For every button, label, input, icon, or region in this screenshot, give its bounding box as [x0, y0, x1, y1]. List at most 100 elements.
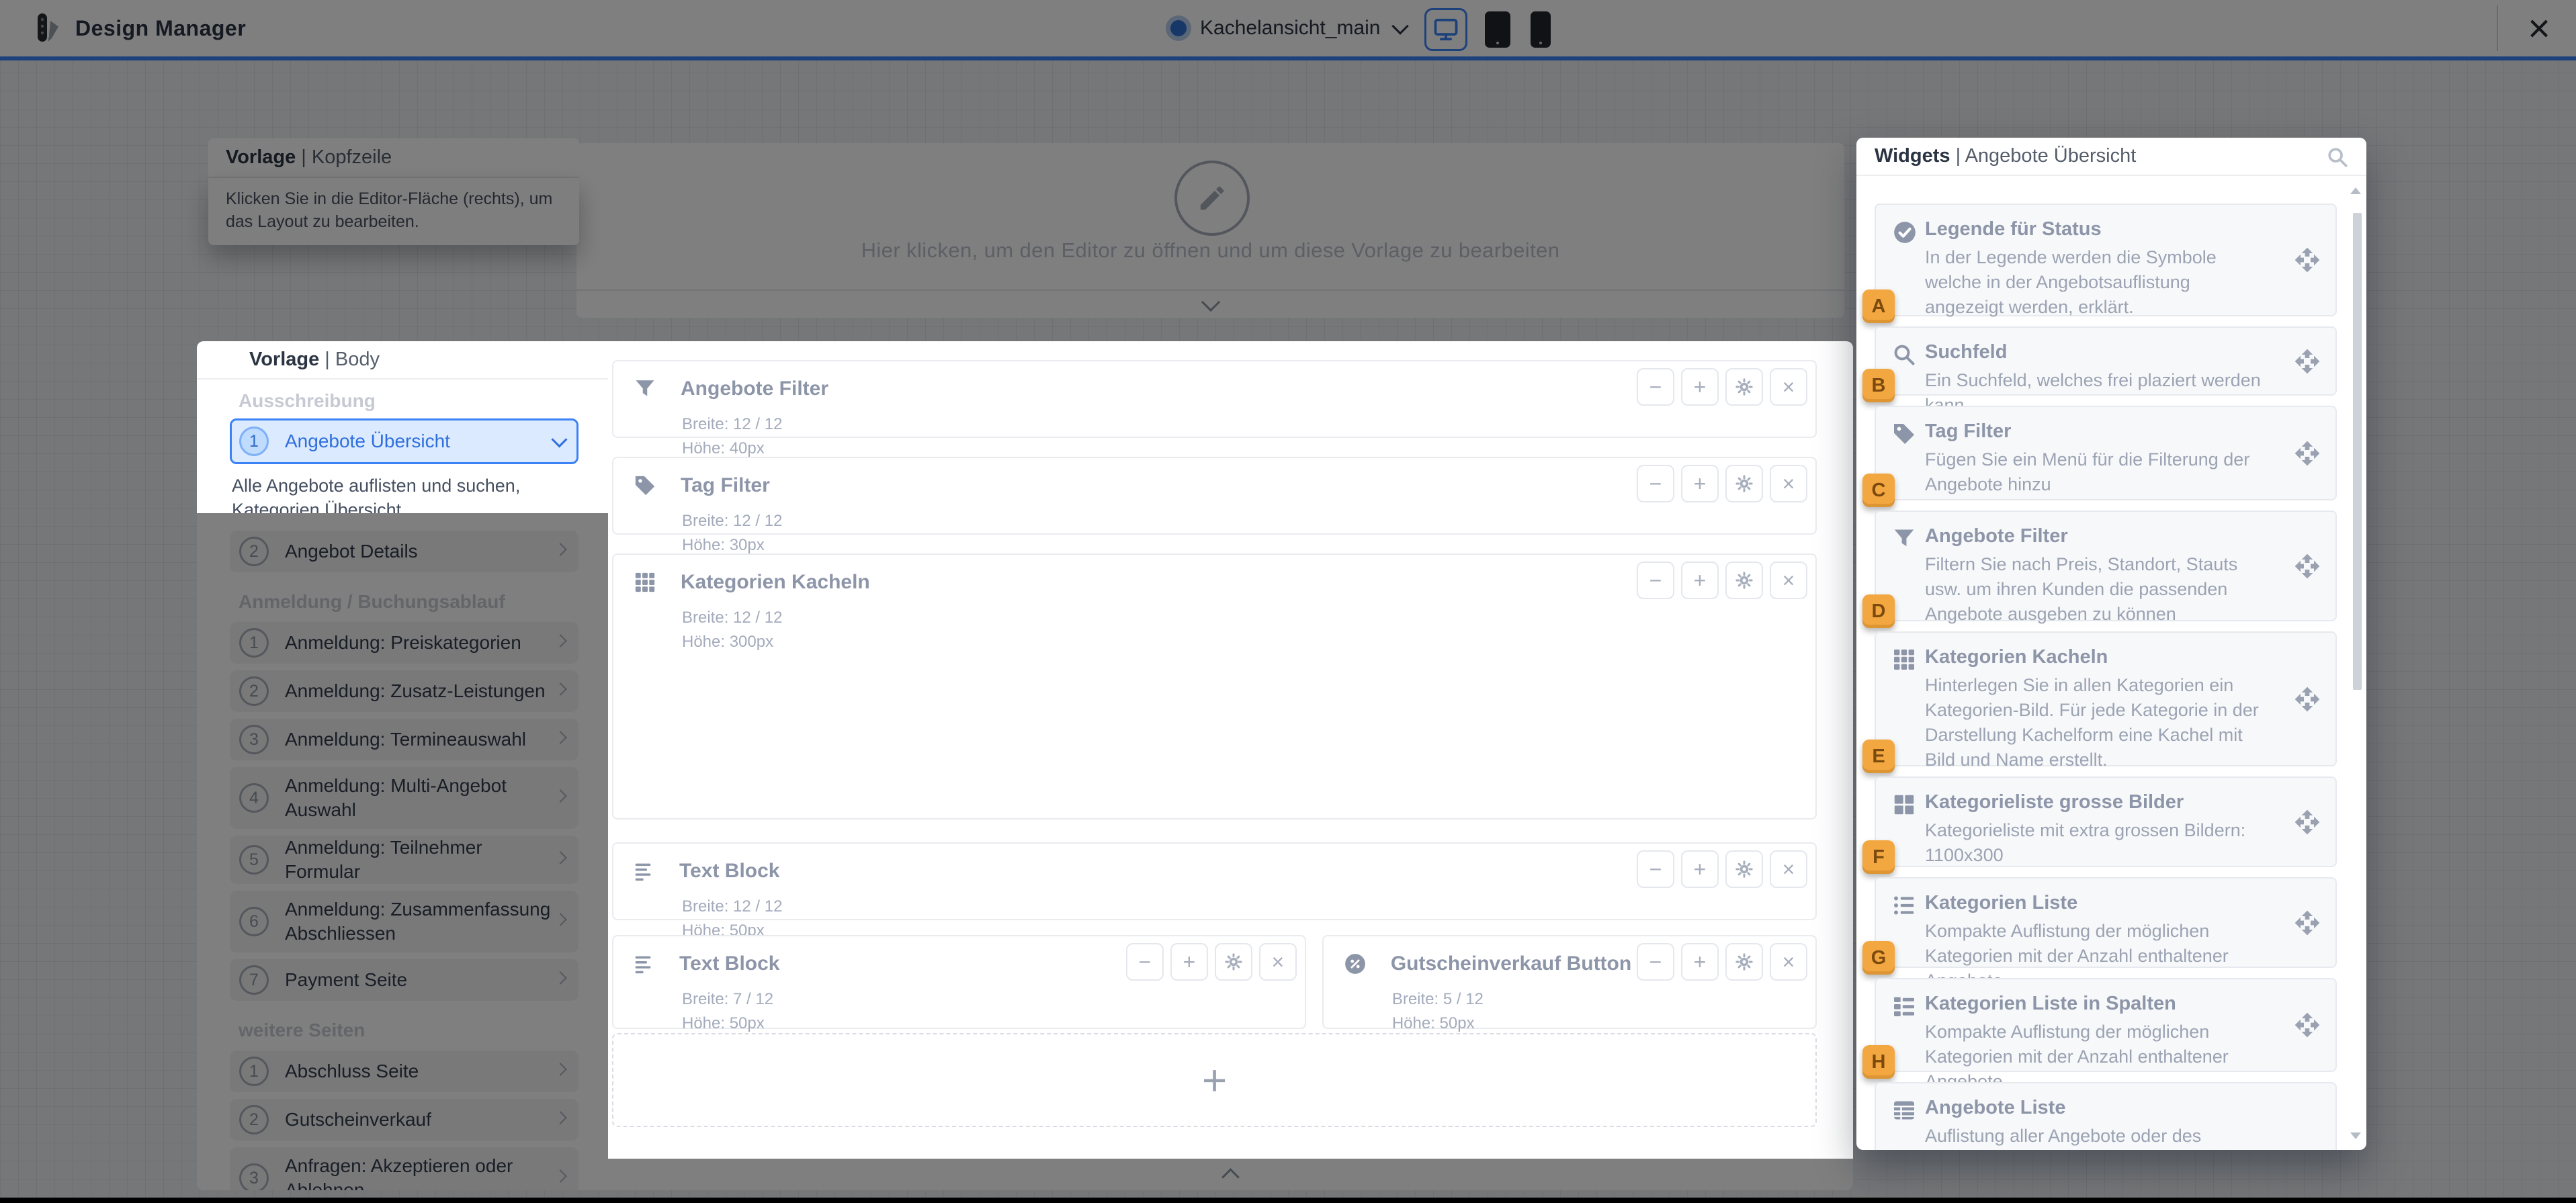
collapse-header-control[interactable] [576, 291, 1844, 318]
block-settings-button[interactable] [1725, 562, 1763, 599]
sidebar-item-zusatz-leistungen[interactable]: 2Anmeldung: Zusatz-Leistungen [230, 670, 578, 712]
mobile-preview-button[interactable] [1531, 11, 1551, 48]
remove-block-button[interactable]: × [1259, 943, 1297, 981]
sidebar-item-gutscheinverkauf[interactable]: 2Gutscheinverkauf [230, 1099, 578, 1141]
sidebar-item-abschluss-seite[interactable]: 1Abschluss Seite [230, 1051, 578, 1092]
item-number-badge: 2 [239, 1105, 269, 1134]
canvas-block-text-block-small[interactable]: Text Block Breite: 7 / 12Höhe: 50px −+× [612, 935, 1306, 1029]
move-icon[interactable] [2294, 247, 2321, 273]
widget-kategorien-kacheln[interactable]: Kategorien Kacheln Hinterlegen Sie in al… [1875, 631, 2337, 766]
sidebar-item-anfragen[interactable]: 3Anfragen: Akzeptieren oder Ablehnen [230, 1147, 578, 1190]
gear-icon [1735, 860, 1754, 879]
canvas-block-text-block[interactable]: Text Block Breite: 12 / 12Höhe: 50px −+× [612, 842, 1817, 920]
block-width-value: Breite: 7 / 12 [682, 987, 1305, 1012]
move-icon[interactable] [2294, 909, 2321, 936]
widget-kategorien-liste[interactable]: Kategorien Liste Kompakte Auflistung der… [1875, 877, 2337, 968]
shortcut-badge: F [1862, 840, 1895, 874]
widget-kategorieliste-grosse-bilder[interactable]: Kategorieliste grosse Bilder Kategorieli… [1875, 776, 2337, 867]
shrink-block-button[interactable]: − [1126, 943, 1164, 981]
remove-block-button[interactable]: × [1770, 943, 1807, 981]
item-number-badge: 4 [239, 783, 269, 813]
grow-block-button[interactable]: + [1681, 562, 1719, 599]
block-settings-button[interactable] [1215, 943, 1252, 981]
move-icon[interactable] [2294, 553, 2321, 580]
scrollbar-up-arrow[interactable] [2350, 187, 2361, 194]
body-panel-title: Vorlage | Body [197, 341, 608, 380]
tablet-preview-button[interactable] [1485, 11, 1510, 48]
template-view-select[interactable]: Kachelansicht_main [1170, 0, 1406, 56]
add-block-button[interactable]: + [612, 1033, 1817, 1127]
remove-block-button[interactable]: × [1770, 850, 1807, 888]
chevron-up-icon [1221, 1168, 1240, 1186]
text-lines-icon [634, 860, 655, 882]
sidebar-item-teilnehmer-formular[interactable]: 5Anmeldung: Teilnehmer Formular [230, 836, 578, 884]
chevron-right-icon [554, 913, 567, 926]
move-icon[interactable] [2294, 686, 2321, 713]
app-logo-icon [34, 12, 66, 44]
sidebar-item-angebot-details[interactable]: 2 Angebot Details [230, 531, 578, 572]
widget-search-button[interactable] [2326, 146, 2349, 169]
filter-icon [634, 377, 656, 400]
chevron-right-icon [554, 971, 567, 985]
widget-tag-filter[interactable]: Tag Filter Fügen Sie ein Menü für die Fi… [1875, 406, 2337, 500]
shortcut-badge: B [1862, 369, 1895, 402]
collapse-body-control[interactable] [608, 1159, 1853, 1190]
sidebar-item-preiskategorien[interactable]: 1Anmeldung: Preiskategorien [230, 622, 578, 664]
canvas-block-gutscheinverkauf-button[interactable]: Gutscheinverkauf Button Breite: 5 / 12Hö… [1322, 935, 1817, 1029]
gear-icon [1735, 571, 1754, 590]
block-settings-button[interactable] [1725, 943, 1763, 981]
grow-block-button[interactable]: + [1681, 465, 1719, 502]
widgets-panel-title: Widgets | Angebote Übersicht [1856, 138, 2366, 176]
block-width-value: Breite: 12 / 12 [682, 606, 1815, 630]
widget-title: Suchfeld [1925, 341, 2272, 363]
canvas-block-angebote-filter[interactable]: Angebote Filter Breite: 12 / 12Höhe: 40p… [612, 360, 1817, 438]
canvas-block-tag-filter[interactable]: Tag Filter Breite: 12 / 12Höhe: 30px −+× [612, 457, 1817, 535]
shrink-block-button[interactable]: − [1637, 465, 1674, 502]
sidebar-item-termineauswahl[interactable]: 3Anmeldung: Termineauswahl [230, 719, 578, 760]
shrink-block-button[interactable]: − [1637, 850, 1674, 888]
remove-block-button[interactable]: × [1770, 562, 1807, 599]
shrink-block-button[interactable]: − [1637, 943, 1674, 981]
widget-legende-fuer-status[interactable]: Legende für Status In der Legende werden… [1875, 204, 2337, 316]
shrink-block-button[interactable]: − [1637, 368, 1674, 406]
close-button[interactable]: × [2516, 0, 2563, 56]
widget-angebote-filter[interactable]: Angebote Filter Filtern Sie nach Preis, … [1875, 510, 2337, 621]
remove-block-button[interactable]: × [1770, 465, 1807, 502]
widget-title: Tag Filter [1925, 420, 2272, 443]
sidebar-item-payment-seite[interactable]: 7Payment Seite [230, 959, 578, 1001]
grow-block-button[interactable]: + [1170, 943, 1208, 981]
layout-canvas[interactable]: Angebote Filter Breite: 12 / 12Höhe: 40p… [608, 341, 1853, 1159]
move-icon[interactable] [2294, 1012, 2321, 1038]
sidebar-item-multi-angebot[interactable]: 4Anmeldung: Multi-Angebot Auswahl [230, 767, 578, 829]
block-title: Gutscheinverkauf Button [1391, 952, 1631, 975]
chevron-right-icon [554, 634, 567, 648]
app-title: Design Manager [75, 0, 246, 56]
move-icon[interactable] [2294, 809, 2321, 836]
sidebar-item-label: Abschluss Seite [285, 1059, 554, 1083]
grow-block-button[interactable]: + [1681, 943, 1719, 981]
move-icon[interactable] [2294, 440, 2321, 467]
block-settings-button[interactable] [1725, 465, 1763, 502]
sidebar-item-zusammenfassung[interactable]: 6Anmeldung: Zusammenfassung Abschliessen [230, 891, 578, 952]
canvas-block-kategorien-kacheln[interactable]: Kategorien Kacheln Breite: 12 / 12Höhe: … [612, 553, 1817, 819]
kopfzeile-editor-area[interactable]: Hier klicken, um den Editor zu öffnen un… [576, 143, 1844, 318]
widget-angebote-liste[interactable]: Angebote Liste Auflistung aller Angebote… [1875, 1082, 2337, 1150]
scrollbar-thumb[interactable] [2353, 213, 2362, 690]
move-icon[interactable] [2294, 348, 2321, 375]
remove-block-button[interactable]: × [1770, 368, 1807, 406]
widget-kategorien-liste-in-spalten[interactable]: Kategorien Liste in Spalten Kompakte Auf… [1875, 978, 2337, 1072]
grow-block-button[interactable]: + [1681, 368, 1719, 406]
widget-list: Legende für Status In der Legende werden… [1856, 177, 2366, 1150]
chevron-right-icon [554, 789, 567, 803]
desktop-preview-button[interactable] [1424, 8, 1467, 51]
shrink-block-button[interactable]: − [1637, 562, 1674, 599]
sidebar-item-angebote-uebersicht[interactable]: 1 Angebote Übersicht [230, 418, 578, 464]
kopfzeile-editor-main[interactable]: Hier klicken, um den Editor zu öffnen un… [576, 143, 1844, 291]
body-panel-sidebar-rest: 2 Angebot Details Anmeldung / Buchungsab… [197, 513, 608, 1190]
block-settings-button[interactable] [1725, 850, 1763, 888]
chevron-right-icon [554, 1063, 567, 1076]
block-settings-button[interactable] [1725, 368, 1763, 406]
grow-block-button[interactable]: + [1681, 850, 1719, 888]
scrollbar-down-arrow[interactable] [2350, 1132, 2361, 1139]
widget-suchfeld[interactable]: Suchfeld Ein Suchfeld, welches frei plaz… [1875, 326, 2337, 396]
